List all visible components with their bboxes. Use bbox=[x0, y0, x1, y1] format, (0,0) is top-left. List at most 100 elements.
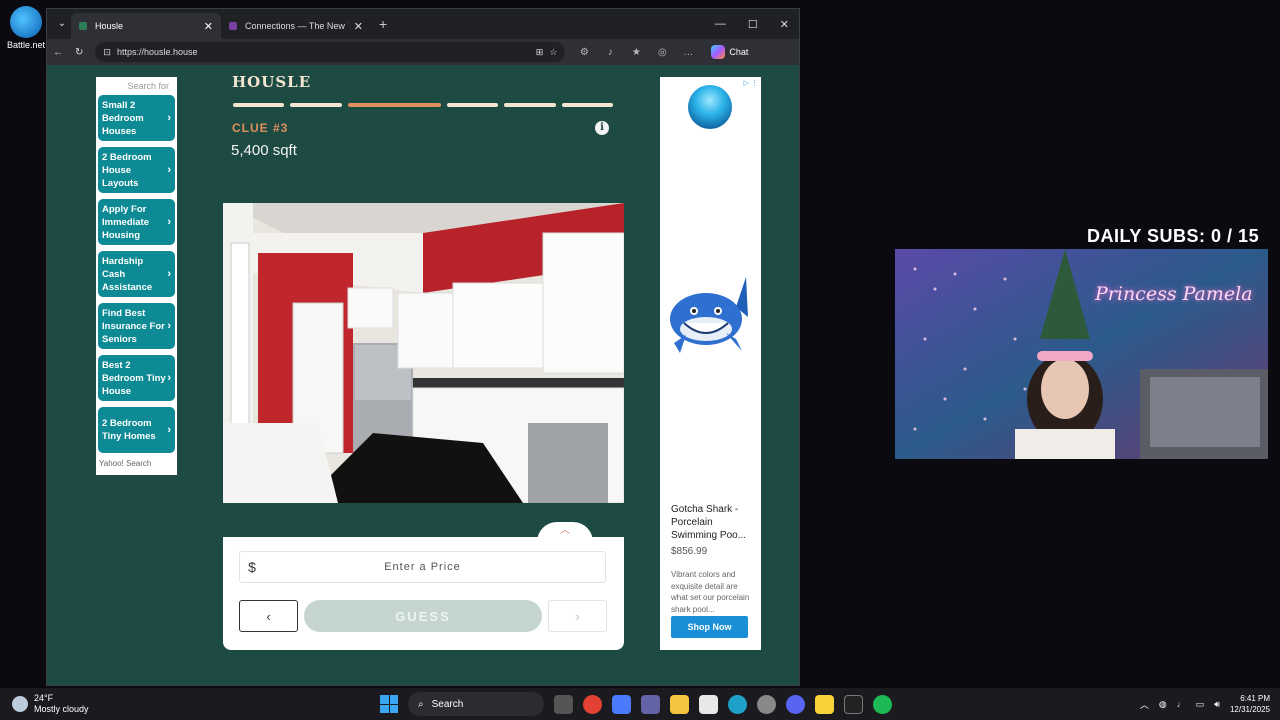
taskbar-search[interactable]: ⌕ Search bbox=[408, 692, 544, 716]
daily-subs-counter: DAILY SUBS: 0 / 15 bbox=[1087, 226, 1259, 247]
tab-bar: ⌄ Housle ✕ Connections — The New York Ti… bbox=[47, 9, 799, 39]
taskbar-apps: ⌕ Search bbox=[380, 692, 892, 716]
housle-logo: HOUSLE bbox=[232, 73, 312, 91]
file-explorer-icon[interactable] bbox=[670, 694, 689, 714]
network-icon[interactable]: ◍ bbox=[1159, 699, 1167, 710]
close-tab-icon[interactable]: ✕ bbox=[204, 20, 213, 33]
chevron-right-icon: › bbox=[167, 319, 171, 332]
microphone-icon[interactable]: ♩ bbox=[1177, 699, 1186, 709]
chevron-right-icon: › bbox=[167, 267, 171, 280]
progress-segment bbox=[233, 103, 285, 107]
desktop-icon-label: Battle.net bbox=[6, 40, 46, 50]
progress-segment bbox=[446, 103, 499, 107]
chevron-left-icon: ‹ bbox=[266, 608, 271, 624]
copilot-app-icon[interactable] bbox=[612, 694, 631, 714]
back-icon[interactable]: ← bbox=[53, 47, 63, 58]
favorite-star-icon[interactable]: ☆ bbox=[549, 47, 565, 58]
chevron-right-icon: › bbox=[167, 163, 171, 176]
neon-sign-text: Princess Pamela bbox=[1095, 283, 1253, 305]
discord-icon[interactable] bbox=[786, 694, 805, 714]
product-title[interactable]: Gotcha Shark - Porcelain Swimming Poo... bbox=[671, 503, 755, 542]
search-icon: ⌕ bbox=[418, 698, 424, 710]
adchoices-icon[interactable]: ▷ ⋮ bbox=[744, 79, 758, 87]
ad-link-item[interactable]: Find Best Insurance For Seniors › bbox=[98, 303, 175, 349]
weather-cloud-icon bbox=[12, 696, 28, 712]
date: 12/31/2025 bbox=[1229, 705, 1270, 714]
chrome-icon[interactable] bbox=[583, 694, 602, 714]
ad-link-item[interactable]: Apply For Immediate Housing › bbox=[98, 199, 175, 245]
site-info-icon[interactable]: ⊡ bbox=[103, 47, 111, 58]
chevron-right-icon: › bbox=[167, 111, 171, 124]
tray-overflow-chevron-icon[interactable]: ︿ bbox=[1140, 698, 1149, 711]
webcam-illustration bbox=[895, 249, 1268, 459]
ad-link-item[interactable]: 2 Bedroom House Layouts › bbox=[98, 147, 175, 193]
tab-connections[interactable]: Connections — The New York Times ✕ bbox=[221, 13, 371, 39]
time: 6:41 PM bbox=[1240, 694, 1270, 703]
product-description: Vibrant colors and exquisite detail are … bbox=[671, 570, 750, 614]
display-icon[interactable]: ▭ bbox=[1196, 699, 1205, 710]
new-tab-icon[interactable]: + bbox=[379, 16, 387, 32]
ad-link-item[interactable]: Best 2 Bedroom Tiny House › bbox=[98, 355, 175, 401]
teams-icon[interactable] bbox=[641, 694, 660, 714]
close-tab-icon[interactable]: ✕ bbox=[354, 20, 363, 33]
app-available-icon[interactable]: ⊞ bbox=[536, 47, 544, 58]
capcut-icon[interactable] bbox=[844, 694, 863, 714]
battlenet-icon bbox=[10, 6, 42, 38]
progress-segment bbox=[290, 103, 342, 107]
address-bar[interactable]: ⊡ https://housle.house ⊞ ☆ bbox=[95, 42, 566, 62]
copilot-chat-button[interactable]: Chat bbox=[711, 45, 748, 59]
chevron-right-icon: › bbox=[167, 371, 171, 384]
taskbar-search-label: Search bbox=[431, 698, 464, 710]
chevron-right-icon: › bbox=[167, 423, 171, 436]
chat-label: Chat bbox=[729, 47, 749, 57]
price-input[interactable] bbox=[264, 561, 605, 573]
ad-search-heading: Search for bbox=[127, 81, 169, 91]
left-search-ad: Search for Small 2 Bedroom Houses › 2 Bed… bbox=[96, 77, 177, 475]
weather-widget[interactable]: 24°F Mostly cloudy bbox=[12, 693, 89, 715]
edge-icon[interactable] bbox=[728, 694, 747, 714]
chevron-right-icon: › bbox=[575, 608, 580, 624]
clock[interactable]: 6:41 PM 12/31/2025 bbox=[1230, 693, 1270, 715]
next-clue-button[interactable]: › bbox=[548, 600, 607, 632]
ad-link-item[interactable]: Hardship Cash Assistance › bbox=[98, 251, 175, 297]
clue-value: 5,400 sqft bbox=[231, 142, 297, 159]
maximize-icon[interactable]: ☐ bbox=[748, 18, 758, 31]
spotify-icon[interactable] bbox=[873, 694, 892, 714]
collapse-chevron-up-icon[interactable]: ︿ bbox=[537, 522, 593, 542]
battlenet-desktop-icon[interactable]: Battle.net bbox=[6, 6, 46, 50]
settings-icon[interactable] bbox=[757, 694, 776, 714]
system-tray: ︿ ◍ ♩ ▭ 🔊︎ 6:41 PM 12/31/2025 bbox=[1140, 693, 1270, 715]
address-bar-row: ← ↻ ⊡ https://housle.house ⊞ ☆ ⚙ ♪ ★ ◎ …… bbox=[47, 39, 799, 65]
subs-value: 0 / 15 bbox=[1211, 226, 1260, 246]
price-field[interactable]: $ bbox=[239, 551, 606, 583]
right-product-ad[interactable]: ▷ ⋮ Gotcha Shark - Porcelain Swimming Po… bbox=[660, 77, 761, 650]
minimize-icon[interactable]: — bbox=[715, 18, 726, 31]
previous-clue-button[interactable]: ‹ bbox=[239, 600, 298, 632]
collections-icon[interactable]: ◎ bbox=[655, 47, 669, 58]
close-window-icon[interactable]: ✕ bbox=[780, 18, 789, 31]
volume-icon[interactable]: 🔊︎ bbox=[1214, 699, 1220, 710]
windows-start-icon[interactable] bbox=[380, 695, 398, 713]
shark-sculpture-image bbox=[670, 277, 748, 353]
favorites-icon[interactable]: ★ bbox=[629, 47, 643, 58]
extensions-icon[interactable]: ⚙ bbox=[577, 47, 591, 58]
currency-symbol: $ bbox=[248, 559, 256, 575]
progress-segment bbox=[561, 103, 613, 107]
tab-actions-menu-icon[interactable]: ⌄ bbox=[53, 15, 71, 33]
house-photo bbox=[223, 203, 624, 503]
clue-progress-bar bbox=[233, 103, 613, 107]
chevron-right-icon: › bbox=[167, 215, 171, 228]
ad-link-item[interactable]: Small 2 Bedroom Houses › bbox=[98, 95, 175, 141]
read-aloud-icon[interactable]: ♪ bbox=[603, 47, 617, 58]
sticky-notes-icon[interactable] bbox=[815, 694, 834, 714]
ad-link-item[interactable]: 2 Bedroom Tiny Homes › bbox=[98, 407, 175, 453]
store-icon[interactable] bbox=[699, 694, 718, 714]
guess-button[interactable]: GUESS bbox=[304, 600, 542, 632]
tab-housle[interactable]: Housle ✕ bbox=[71, 13, 221, 39]
more-menu-icon[interactable]: … bbox=[681, 47, 695, 58]
task-view-icon[interactable] bbox=[554, 694, 573, 714]
info-icon[interactable]: i bbox=[595, 121, 609, 135]
taskbar: 24°F Mostly cloudy ⌕ Search ︿ ◍ ♩ ▭ 🔊︎ 6… bbox=[0, 688, 1280, 720]
refresh-icon[interactable]: ↻ bbox=[75, 47, 83, 58]
shop-now-button[interactable]: Shop Now bbox=[671, 616, 748, 638]
